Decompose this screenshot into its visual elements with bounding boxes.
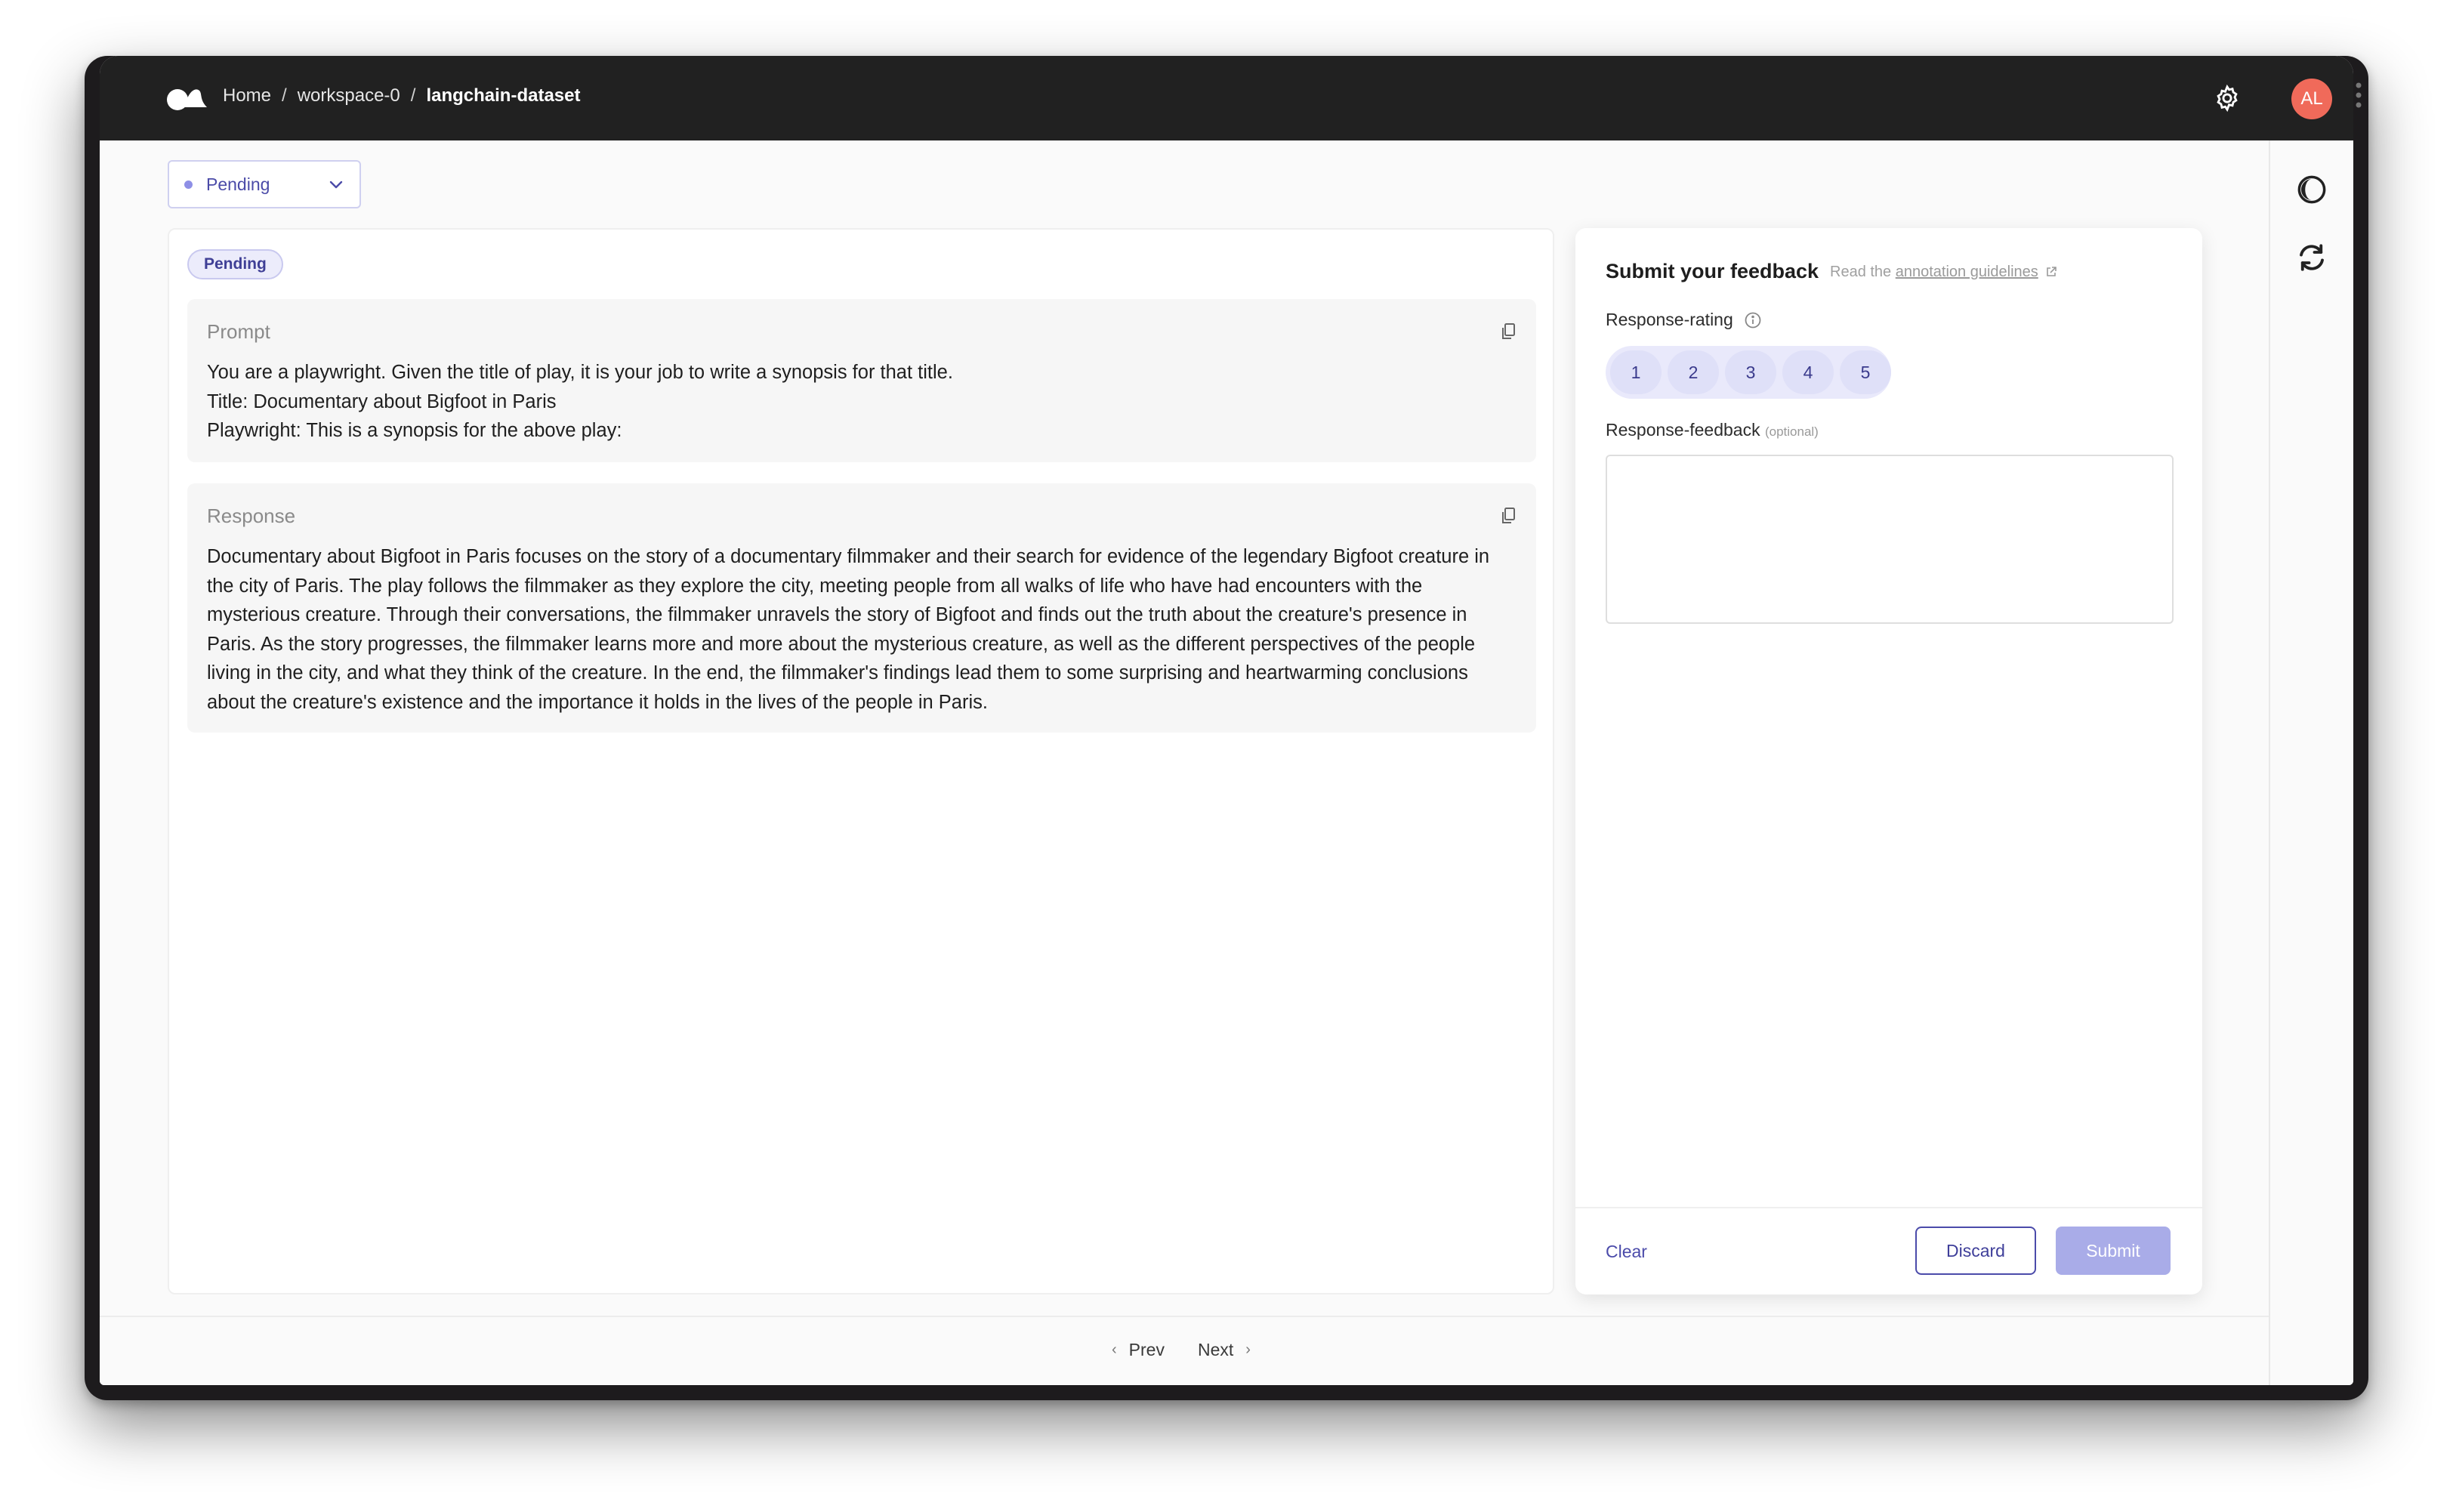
status-filter-dropdown[interactable]: Pending (168, 160, 361, 208)
prev-button[interactable]: ‹ Prev (1112, 1340, 1165, 1360)
breadcrumb: Home / workspace-0 / langchain-dataset (223, 85, 580, 106)
prompt-field: Prompt You are a playwright. Given the t… (187, 299, 1536, 462)
rating-selector: 1 2 3 4 5 (1606, 346, 1891, 399)
guidelines-text: Read the annotation guidelines (1830, 264, 2057, 281)
response-field: Response Documentary about Bigfoot in Pa… (187, 483, 1536, 733)
breadcrumb-workspace[interactable]: workspace-0 (298, 85, 400, 106)
next-label: Next (1197, 1340, 1234, 1359)
chevron-right-icon: › (1245, 1341, 1251, 1358)
feedback-footer: Clear Discard Submit (1575, 1207, 2202, 1294)
response-field-text: Documentary about Bigfoot in Paris focus… (207, 546, 1490, 713)
feedback-title: Submit your feedback (1606, 260, 1819, 282)
response-field-title: Response (207, 505, 296, 527)
status-badge: Pending (187, 249, 283, 279)
theme-toggle-icon[interactable] (2296, 174, 2328, 205)
rating-option-2[interactable]: 2 (1668, 350, 1719, 394)
info-icon[interactable] (1744, 311, 1762, 329)
status-filter-value: Pending (206, 174, 270, 194)
breadcrumb-separator: / (282, 85, 287, 106)
record-card: Pending Prompt You are a playwright. Giv… (168, 228, 1554, 1294)
next-button[interactable]: Next › (1198, 1340, 1251, 1360)
rating-option-3[interactable]: 3 (1725, 350, 1776, 394)
rating-option-5[interactable]: 5 (1840, 350, 1891, 394)
gear-icon[interactable] (2213, 84, 2242, 113)
refresh-icon[interactable] (2296, 242, 2328, 273)
response-feedback-textarea[interactable] (1606, 455, 2174, 624)
more-dots-icon (2356, 82, 2362, 108)
top-bar: Home / workspace-0 / langchain-dataset A… (100, 56, 2353, 140)
text-question-label: Response-feedback (1606, 420, 1760, 440)
rating-label: Response-rating (1606, 310, 1733, 329)
app-screen: Home / workspace-0 / langchain-dataset A… (100, 56, 2353, 1385)
rating-question: Response-rating (1606, 310, 1762, 330)
external-link-icon[interactable] (2045, 266, 2057, 278)
pagination: ‹ Prev Next › (1112, 1340, 1251, 1360)
pagination-bar: ‹ Prev Next › (100, 1316, 2269, 1385)
rating-option-1[interactable]: 1 (1610, 350, 1662, 394)
guidelines-prefix: Read the (1830, 264, 1892, 280)
avatar[interactable]: AL (2291, 79, 2332, 119)
copy-icon[interactable] (1500, 322, 1517, 341)
submit-button[interactable]: Submit (2056, 1227, 2171, 1275)
breadcrumb-separator: / (410, 85, 416, 106)
chevron-left-icon: ‹ (1112, 1341, 1117, 1358)
app-logo-icon[interactable] (166, 85, 208, 112)
breadcrumb-home[interactable]: Home (223, 85, 271, 106)
clear-button[interactable]: Clear (1606, 1242, 1647, 1262)
feedback-panel: Submit your feedback Read the annotation… (1575, 228, 2202, 1294)
status-dot (184, 180, 193, 189)
prompt-field-text: You are a playwright. Given the title of… (207, 362, 953, 441)
right-sidebar (2269, 140, 2353, 1385)
annotation-guidelines-link[interactable]: annotation guidelines (1896, 264, 2038, 280)
rating-option-4[interactable]: 4 (1782, 350, 1834, 394)
optional-tag: (optional) (1764, 424, 1819, 439)
text-question: Response-feedback (optional) (1606, 420, 1819, 440)
prev-label: Prev (1128, 1340, 1165, 1359)
breadcrumb-dataset: langchain-dataset (426, 85, 581, 106)
chevron-down-icon (329, 181, 343, 189)
copy-icon[interactable] (1500, 506, 1517, 526)
device-frame: Home / workspace-0 / langchain-dataset A… (85, 56, 2368, 1400)
prompt-field-title: Prompt (207, 320, 270, 343)
discard-button[interactable]: Discard (1915, 1227, 2036, 1275)
